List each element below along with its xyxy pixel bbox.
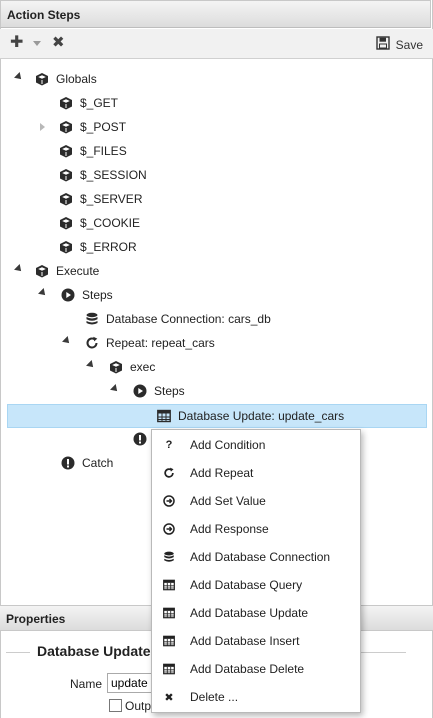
repeat-icon: [85, 336, 99, 350]
cube-icon: [59, 120, 73, 134]
menu-item-label: Add Set Value: [190, 494, 266, 508]
table-icon: [163, 635, 175, 647]
menu-item-label: Add Database Update: [190, 606, 309, 620]
play-circle-icon: [133, 384, 147, 398]
add-dropdown-caret-icon[interactable]: [33, 41, 41, 46]
menu-item-add-database-connection[interactable]: Add Database Connection: [152, 543, 360, 571]
cube-icon: [35, 264, 49, 278]
tree-label: $_SESSION: [80, 168, 147, 182]
tree-item-catch[interactable]: Catch: [61, 452, 113, 474]
section-divider: [6, 652, 30, 653]
tree-label: $_FILES: [80, 144, 127, 158]
cube-icon: [59, 96, 73, 110]
tree-label: $_SERVER: [80, 192, 143, 206]
set-value-icon: [163, 495, 175, 507]
menu-item-label: Add Response: [190, 522, 269, 536]
repeat-icon: [163, 467, 175, 479]
cube-icon: [59, 168, 73, 182]
cube-icon: [59, 144, 73, 158]
table-icon: [157, 409, 171, 423]
menu-item-label: Add Database Insert: [190, 634, 300, 648]
menu-item-label: Add Database Query: [190, 578, 303, 592]
tree-item-exec[interactable]: exec: [109, 356, 155, 378]
tree-label: $_COOKIE: [80, 216, 141, 230]
database-icon: [85, 312, 99, 326]
tree-label: exec: [130, 360, 156, 374]
panel-title: Action Steps: [7, 8, 81, 22]
tree-item-repeat[interactable]: Repeat: repeat_cars: [85, 332, 215, 354]
tree-label: Repeat: repeat_cars: [106, 336, 215, 350]
tree-item-db-connection[interactable]: Database Connection: cars_db: [85, 308, 271, 330]
tree-item-globals[interactable]: Globals: [35, 68, 97, 90]
menu-item-add-set-value[interactable]: Add Set Value: [152, 487, 360, 515]
play-circle-icon: [61, 288, 75, 302]
delete-icon: ✖: [164, 691, 174, 704]
save-label: Save: [395, 37, 423, 52]
tree-label: Database Update: update_cars: [178, 409, 345, 423]
menu-item-label: Add Database Delete: [190, 662, 305, 676]
menu-item-add-condition[interactable]: ? Add Condition: [152, 431, 360, 459]
cube-icon: [59, 216, 73, 230]
menu-item-delete[interactable]: ✖ Delete ...: [152, 683, 360, 711]
tree-label: Catch: [82, 456, 114, 470]
context-menu: ? Add Condition Add Repeat Add Set Value…: [151, 429, 361, 713]
tree-label: Execute: [56, 264, 100, 278]
tree-item-execute[interactable]: Execute: [35, 260, 99, 282]
properties-title: Properties: [6, 612, 66, 626]
cube-icon: [109, 360, 123, 374]
menu-item-label: Add Database Connection: [190, 550, 331, 564]
tree-label: Database Connection: cars_db: [106, 312, 271, 326]
remove-icon[interactable]: ✖: [52, 35, 65, 51]
tree-item-error[interactable]: $_ERROR: [59, 236, 137, 258]
tree-item-files[interactable]: $_FILES: [59, 140, 127, 162]
tree-label: $_ERROR: [80, 240, 137, 254]
tree-label: Globals: [56, 72, 97, 86]
tree-item-db-update[interactable]: Database Update: update_cars: [157, 405, 344, 427]
add-icon[interactable]: ✚: [10, 35, 23, 51]
table-icon: [163, 663, 175, 675]
tree-label: $_POST: [80, 120, 127, 134]
cube-icon: [35, 72, 49, 86]
table-icon: [163, 579, 175, 591]
properties-section-title: Database Update: [37, 643, 151, 659]
tree-item-inner-error[interactable]: [133, 428, 147, 450]
save-button[interactable]: Save: [375, 36, 423, 53]
menu-item-label: Add Repeat: [190, 466, 254, 480]
save-icon: [375, 36, 390, 53]
cube-icon: [59, 192, 73, 206]
tree-item-cookie[interactable]: $_COOKIE: [59, 212, 140, 234]
menu-item-add-database-query[interactable]: Add Database Query: [152, 571, 360, 599]
menu-item-label: Delete ...: [190, 690, 239, 704]
menu-item-add-repeat[interactable]: Add Repeat: [152, 459, 360, 487]
menu-item-add-database-delete[interactable]: Add Database Delete: [152, 655, 360, 683]
cube-icon: [59, 240, 73, 254]
tree-item-session[interactable]: $_SESSION: [59, 164, 147, 186]
tree-label: Steps: [154, 384, 185, 398]
tree-label: Steps: [82, 288, 113, 302]
menu-item-add-response[interactable]: Add Response: [152, 515, 360, 543]
menu-item-add-database-insert[interactable]: Add Database Insert: [152, 627, 360, 655]
output-label: Outp: [125, 699, 152, 713]
output-checkbox[interactable]: [109, 699, 122, 712]
toolbar: ✚ ✖ Save: [0, 29, 433, 59]
action-steps-header: Action Steps: [0, 0, 431, 28]
tree-item-post[interactable]: $_POST: [59, 116, 126, 138]
tree-item-server[interactable]: $_SERVER: [59, 188, 142, 210]
tree-item-get[interactable]: $_GET: [59, 92, 118, 114]
tree-item-inner-steps[interactable]: Steps: [133, 380, 185, 402]
menu-item-label: Add Condition: [190, 438, 266, 452]
question-icon: ?: [165, 439, 173, 451]
menu-item-add-database-update[interactable]: Add Database Update: [152, 599, 360, 627]
table-icon: [163, 607, 175, 619]
tree-item-steps[interactable]: Steps: [61, 284, 113, 306]
alert-icon: [61, 456, 75, 470]
name-label: Name: [70, 677, 103, 691]
response-icon: [163, 523, 175, 535]
database-icon: [163, 551, 175, 563]
tree-label: $_GET: [80, 96, 119, 110]
expand-post-icon[interactable]: [40, 123, 45, 131]
alert-icon: [133, 432, 147, 446]
